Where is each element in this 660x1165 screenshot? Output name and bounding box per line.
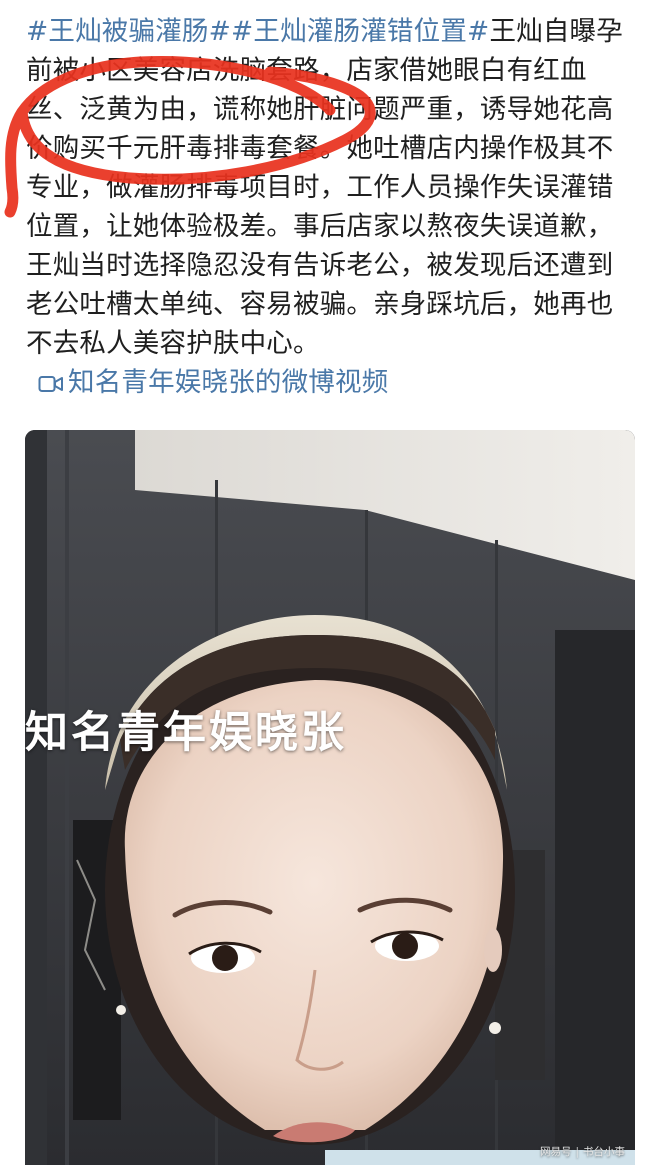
video-camera-icon (38, 366, 64, 405)
watermark-platform: 网易号 (539, 1146, 572, 1158)
source-watermark: 网易号 | 书台小事 (540, 1144, 625, 1159)
video-link[interactable]: 知名青年娱晓张的微博视频 (26, 367, 388, 398)
post-body-text: 王灿自曝孕前被小区美容店洗脑套路，店家借她眼白有红血丝、泛黄为由，谎称她肝脏问题… (26, 16, 623, 359)
hashtag-link-wrong-position[interactable]: #王灿灌肠灌错位置# (231, 16, 489, 47)
watermark-account: 书台小事 (583, 1146, 625, 1158)
video-frame-image (25, 430, 635, 1165)
video-player[interactable]: 知名青年娱晓张 网易号 | 书台小事 (25, 430, 635, 1165)
watermark-separator: | (575, 1146, 579, 1158)
post-body: #王灿被骗灌肠##王灿灌肠灌错位置#王灿自曝孕前被小区美容店洗脑套路，店家借她眼… (26, 12, 638, 405)
video-overlay-title: 知名青年娱晓张 (25, 708, 347, 758)
weibo-post-screenshot: #王灿被骗灌肠##王灿灌肠灌错位置#王灿自曝孕前被小区美容店洗脑套路，店家借她眼… (0, 0, 660, 1165)
hashtag-link-scam-enema[interactable]: #王灿被骗灌肠# (26, 16, 231, 47)
video-link-label: 知名青年娱晓张的微博视频 (68, 367, 389, 398)
